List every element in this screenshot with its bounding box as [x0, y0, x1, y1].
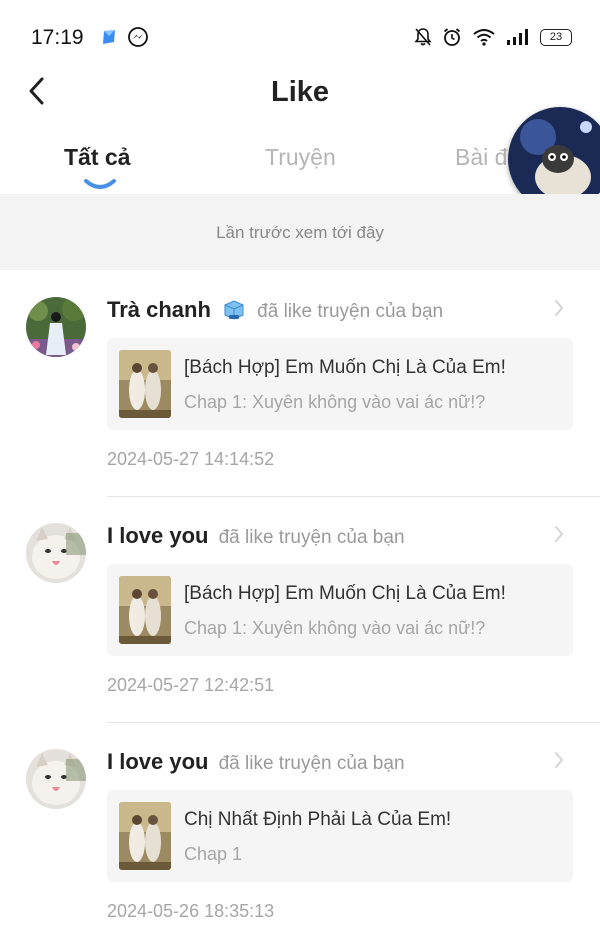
story-thumbnail — [119, 350, 171, 418]
chevron-right-icon[interactable] — [552, 749, 566, 771]
action-text: đã like truyện của bạn — [218, 753, 405, 774]
app-icon — [103, 30, 115, 44]
status-icons: 23 — [414, 26, 572, 48]
active-tab-indicator — [84, 179, 116, 189]
item-separator — [107, 722, 600, 723]
user-avatar[interactable] — [26, 297, 86, 357]
header: Like — [0, 72, 600, 112]
status-bar: 17:19 23 — [0, 0, 600, 72]
story-title: [Bách Hợp] Em Muốn Chị Là Của Em! — [184, 583, 506, 604]
messenger-icon — [128, 27, 148, 47]
story-thumbnail — [119, 576, 171, 644]
username[interactable]: I love you — [107, 523, 208, 548]
timestamp: 2024-05-27 12:42:51 — [107, 675, 275, 695]
chapter-title: Chap 1: Xuyên không vào vai ác nữ!? — [184, 392, 486, 412]
tab-all[interactable]: Tất cả — [64, 144, 130, 171]
story-thumbnail — [119, 802, 171, 870]
alarm-icon — [443, 28, 461, 46]
story-card[interactable]: Chị Nhất Định Phải Là Của Em! Chap 1 — [107, 790, 573, 882]
notification-text: I love you đã like truyện của bạn — [107, 749, 405, 775]
notification-text: I love you đã like truyện của bạn — [107, 523, 405, 549]
status-time: 17:19 — [31, 26, 84, 49]
story-card[interactable]: [Bách Hợp] Em Muốn Chị Là Của Em! Chap 1… — [107, 338, 573, 430]
notification-text: Trà chanh đã like truyện của bạn — [107, 297, 443, 323]
chapter-title: Chap 1: Xuyên không vào vai ác nữ!? — [184, 618, 486, 638]
chapter-title: Chap 1 — [184, 844, 243, 864]
timestamp: 2024-05-27 14:14:52 — [107, 449, 275, 469]
page-title: Like — [270, 76, 330, 108]
timestamp: 2024-05-26 18:35:13 — [107, 901, 275, 921]
chevron-right-icon[interactable] — [552, 297, 566, 319]
story-title: [Bách Hợp] Em Muốn Chị Là Của Em! — [184, 357, 506, 378]
bell-muted-icon — [414, 28, 432, 46]
last-seen-divider: Lần trước xem tới đây — [0, 194, 600, 270]
story-title: Chị Nhất Định Phải Là Của Em! — [184, 809, 452, 830]
chevron-right-icon[interactable] — [552, 523, 566, 545]
battery-icon: 23 — [540, 28, 572, 46]
ice-cube-icon — [224, 300, 244, 320]
item-separator — [107, 496, 600, 497]
tab-stories[interactable]: Truyện — [265, 144, 336, 171]
action-text: đã like truyện của bạn — [257, 301, 444, 322]
wifi-icon — [473, 29, 495, 46]
action-text: đã like truyện của bạn — [218, 527, 405, 548]
signal-icon — [507, 29, 528, 45]
username[interactable]: Trà chanh — [107, 297, 211, 322]
username[interactable]: I love you — [107, 749, 208, 774]
story-card[interactable]: [Bách Hợp] Em Muốn Chị Là Của Em! Chap 1… — [107, 564, 573, 656]
tab-posts[interactable]: Bài đ — [455, 144, 507, 171]
user-avatar[interactable] — [26, 749, 86, 809]
user-avatar[interactable] — [26, 523, 86, 583]
